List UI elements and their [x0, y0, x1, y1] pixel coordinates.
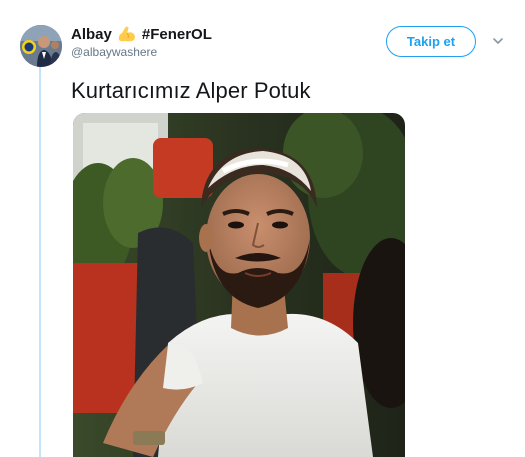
- flexed-biceps-emoji-icon: [116, 25, 138, 43]
- tweet-photo[interactable]: [73, 113, 405, 457]
- thread-line: [39, 66, 41, 457]
- tweet: Albay #FenerOL @albaywashere Takip et Ku…: [0, 0, 525, 457]
- tweet-text: Kurtarıcımız Alper Potuk: [71, 78, 311, 103]
- follow-button[interactable]: Takip et: [386, 26, 476, 57]
- chevron-down-icon[interactable]: [491, 34, 505, 48]
- name-row: Albay #FenerOL: [71, 24, 212, 44]
- avatar[interactable]: [20, 25, 62, 67]
- display-name[interactable]: Albay: [71, 26, 112, 43]
- tweet-header: Albay #FenerOL @albaywashere: [71, 24, 212, 60]
- user-handle[interactable]: @albaywashere: [71, 45, 212, 59]
- hashtag-link[interactable]: #FenerOL: [142, 26, 212, 43]
